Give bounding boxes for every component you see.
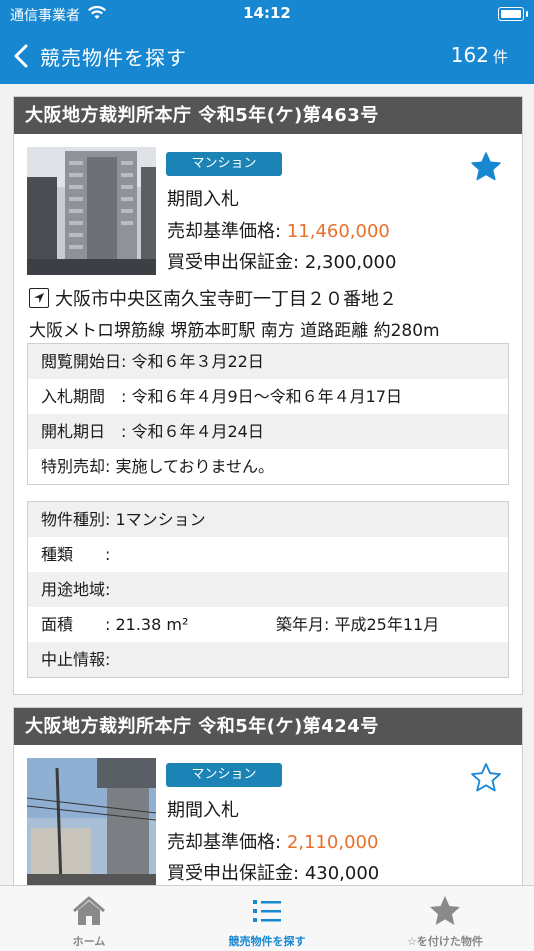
sale-method: 期間入札: [167, 800, 239, 821]
tab-home[interactable]: ホーム: [0, 886, 178, 951]
deposit-row: 買受申出保証金: 430,000: [167, 859, 379, 885]
listing-court-case: 大阪地方裁判所本庁 令和5年(ケ)第424号: [14, 708, 522, 745]
listing-scroll[interactable]: 大阪地方裁判所本庁 令和5年(ケ)第463号 マンション 期間入札 売却基準価格…: [0, 84, 534, 885]
zoning: 用途地域:: [28, 572, 508, 607]
listing-card[interactable]: 大阪地方裁判所本庁 令和5年(ケ)第463号 マンション 期間入札 売却基準価格…: [13, 96, 523, 695]
property-type-badge: マンション: [166, 763, 282, 787]
sale-method: 期間入札: [167, 189, 239, 210]
station-access: 大阪メトロ堺筋線 堺筋本町駅 南方 道路距離 約280m: [29, 321, 440, 341]
area-row: 面積 : 21.38 m² 築年月: 平成25年11月: [28, 607, 508, 642]
built-date: 築年月: 平成25年11月: [276, 615, 440, 634]
details-box: 物件種別: 1マンション 種類 : 用途地域: 面積 : 21.38 m² 築年…: [27, 501, 509, 678]
property-type-badge: マンション: [166, 152, 282, 176]
viewing-start-date: 閲覧開始日: 令和６年３月22日: [28, 344, 508, 379]
base-price-label: 売却基準価格:: [167, 221, 282, 242]
schedule-box: 閲覧開始日: 令和６年３月22日 入札期間 : 令和６年４月9日～令和６年４月1…: [27, 343, 509, 485]
favorite-star-icon[interactable]: [470, 151, 502, 183]
property-subtype: 種類 :: [41, 545, 111, 564]
star-icon: [430, 896, 460, 925]
deposit-row: 買受申出保証金: 2,300,000: [167, 248, 396, 274]
chevron-left-icon: [14, 44, 28, 68]
base-price-row: 売却基準価格: 2,110,000: [167, 828, 378, 854]
cancellation-info: 中止情報:: [28, 642, 508, 677]
navigation-bar: 競売物件を探す 162 件: [0, 28, 534, 84]
status-bar: 通信事業者 14:12: [0, 0, 534, 28]
address-row: 大阪市中央区南久宝寺町一丁目２０番地２: [29, 285, 397, 311]
clock: 14:12: [243, 4, 291, 22]
deposit-value: 2,300,000: [304, 252, 397, 273]
nav-title: 競売物件を探す: [40, 45, 187, 70]
tab-favorites-label: ☆を付けた物件: [407, 935, 483, 948]
tab-home-label: ホーム: [72, 935, 106, 948]
base-price-row: 売却基準価格: 11,460,000: [167, 217, 390, 243]
home-icon: [73, 896, 105, 925]
base-price-label: 売却基準価格:: [167, 832, 282, 853]
deposit-value: 430,000: [304, 863, 380, 884]
tab-favorites[interactable]: ☆を付けた物件: [356, 886, 534, 951]
favorite-star-outline-icon[interactable]: [470, 762, 502, 794]
address-text: 大阪市中央区南久宝寺町一丁目２０番地２: [55, 289, 397, 310]
listing-court-case: 大阪地方裁判所本庁 令和5年(ケ)第463号: [14, 97, 522, 134]
listing-card[interactable]: 大阪地方裁判所本庁 令和5年(ケ)第424号 マンション 期間入札 売却基準価格…: [13, 707, 523, 885]
result-count: 162 件: [451, 43, 508, 67]
tab-search-label: 競売物件を探す: [228, 935, 306, 948]
floor-area: 面積 : 21.38 m²: [41, 615, 189, 634]
result-count-value: 162: [450, 43, 489, 67]
tab-search[interactable]: 競売物件を探す: [178, 886, 356, 951]
deposit-label: 買受申出保証金:: [167, 863, 300, 884]
property-photo: [27, 147, 156, 275]
base-price-value: 11,460,000: [286, 221, 390, 242]
list-icon: [253, 900, 281, 922]
tab-bar: ホーム 競売物件を探す ☆を付けた物件: [0, 885, 534, 951]
bidding-period: 入札期間 : 令和６年４月9日～令和６年４月17日: [41, 387, 403, 406]
deposit-label: 買受申出保証金:: [167, 252, 300, 273]
back-button[interactable]: 競売物件を探す: [12, 28, 187, 84]
property-photo: [27, 758, 156, 885]
property-kind: 物件種別: 1マンション: [28, 502, 508, 537]
base-price-value: 2,110,000: [286, 832, 379, 853]
result-count-unit: 件: [492, 48, 508, 66]
battery-icon: [498, 7, 528, 21]
special-sale: 特別売却: 実施しておりません。: [41, 457, 275, 476]
bid-opening-date: 開札期日 : 令和６年４月24日: [28, 414, 508, 449]
location-arrow-icon: [29, 288, 49, 308]
